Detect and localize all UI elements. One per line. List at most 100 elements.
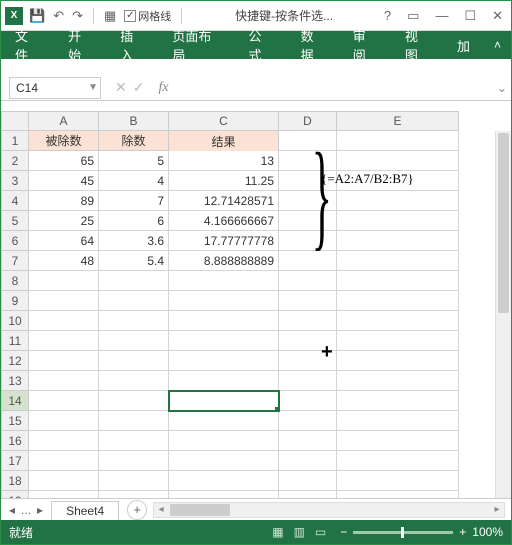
cell[interactable] (29, 451, 99, 471)
cell[interactable] (337, 491, 459, 498)
cell[interactable] (337, 131, 459, 151)
cell[interactable]: 48 (29, 251, 99, 271)
cell[interactable] (29, 371, 99, 391)
gridlines-checkbox[interactable]: ✓网格线 (124, 8, 171, 24)
cell[interactable] (279, 431, 337, 451)
row-header[interactable]: 5 (1, 211, 29, 231)
cell[interactable] (99, 271, 169, 291)
ribbon-tab[interactable]: 页面布局 (158, 31, 234, 59)
cell[interactable] (29, 491, 99, 498)
ribbon-tab[interactable]: 插入 (106, 31, 158, 59)
minimize-icon[interactable]: — (431, 8, 452, 23)
cell[interactable] (337, 391, 459, 411)
fx-icon[interactable]: fx (158, 80, 168, 96)
cell[interactable]: 8.888888889 (169, 251, 279, 271)
cell[interactable] (99, 391, 169, 411)
scroll-left-icon[interactable]: ◂ (154, 503, 168, 517)
row-header[interactable]: 18 (1, 471, 29, 491)
cell[interactable]: 5 (99, 151, 169, 171)
row-header[interactable]: 19 (1, 491, 29, 498)
cell[interactable] (29, 391, 99, 411)
cell[interactable] (99, 371, 169, 391)
row-header[interactable]: 11 (1, 331, 29, 351)
cell[interactable] (337, 431, 459, 451)
file-tab[interactable]: 文件 (1, 31, 54, 59)
row-header[interactable]: 16 (1, 431, 29, 451)
last-sheet-icon[interactable]: ▸ (37, 503, 43, 517)
row-header[interactable]: 3 (1, 171, 29, 191)
expand-formula-icon[interactable]: ⌄ (493, 81, 511, 95)
cell[interactable] (169, 491, 279, 498)
cell[interactable] (99, 291, 169, 311)
ribbon-tab[interactable]: 公式 (235, 31, 287, 59)
cell[interactable] (169, 411, 279, 431)
name-box[interactable]: C14▼ (9, 77, 101, 99)
cell[interactable] (279, 491, 337, 498)
cell[interactable] (99, 471, 169, 491)
cell[interactable] (337, 451, 459, 471)
sheet-nav-more[interactable]: ... (21, 503, 31, 517)
normal-view-icon[interactable]: ▦ (272, 525, 283, 539)
cell[interactable] (337, 371, 459, 391)
cell[interactable] (169, 291, 279, 311)
row-header[interactable]: 14 (1, 391, 29, 411)
cell[interactable]: 4.166666667 (169, 211, 279, 231)
cell[interactable] (99, 491, 169, 498)
cell[interactable] (279, 411, 337, 431)
cell[interactable] (279, 291, 337, 311)
cell[interactable] (337, 291, 459, 311)
cell[interactable] (169, 351, 279, 371)
cell[interactable] (169, 271, 279, 291)
cell[interactable] (337, 271, 459, 291)
redo-icon[interactable]: ↷ (72, 8, 83, 24)
chevron-down-icon[interactable]: ▼ (88, 82, 98, 93)
ribbon-tab[interactable]: 审阅 (339, 31, 391, 59)
ribbon-tab[interactable]: 视图 (391, 31, 443, 59)
cell[interactable]: 45 (29, 171, 99, 191)
cell[interactable] (99, 351, 169, 371)
cell[interactable]: 17.77777778 (169, 231, 279, 251)
cell[interactable] (337, 471, 459, 491)
page-break-icon[interactable]: ▭ (315, 525, 326, 539)
cell[interactable]: 除数 (99, 131, 169, 151)
sheet-tab[interactable]: Sheet4 (51, 501, 119, 520)
horizontal-scrollbar[interactable]: ◂ ▸ (153, 502, 505, 518)
scroll-right-icon[interactable]: ▸ (490, 503, 504, 517)
cell[interactable]: 89 (29, 191, 99, 211)
cell[interactable] (29, 431, 99, 451)
row-header[interactable]: 15 (1, 411, 29, 431)
cell[interactable] (29, 471, 99, 491)
ribbon-tab[interactable]: 加 (443, 31, 484, 59)
cell[interactable] (279, 311, 337, 331)
cell[interactable]: 13 (169, 151, 279, 171)
cell[interactable]: 3.6 (99, 231, 169, 251)
cell[interactable]: 7 (99, 191, 169, 211)
zoom-control[interactable]: − + 100% (340, 525, 503, 539)
cell[interactable] (99, 451, 169, 471)
cell[interactable] (29, 411, 99, 431)
cell[interactable]: 被除数 (29, 131, 99, 151)
cell[interactable] (99, 311, 169, 331)
cell[interactable]: 64 (29, 231, 99, 251)
help-icon[interactable]: ? (380, 8, 395, 23)
close-icon[interactable]: ✕ (488, 8, 507, 24)
ribbon-options-icon[interactable]: ▭ (403, 8, 423, 24)
cell[interactable] (279, 271, 337, 291)
zoom-level[interactable]: 100% (472, 525, 503, 539)
row-header[interactable]: 7 (1, 251, 29, 271)
cell[interactable]: 5.4 (99, 251, 169, 271)
cell[interactable] (337, 211, 459, 231)
ribbon-tab[interactable]: 数据 (287, 31, 339, 59)
col-header[interactable]: E (337, 111, 459, 131)
first-sheet-icon[interactable]: ◂ (9, 503, 15, 517)
add-sheet-button[interactable]: + (127, 500, 147, 520)
cell[interactable] (337, 331, 459, 351)
cell[interactable] (337, 191, 459, 211)
undo-icon[interactable]: ↶ (53, 8, 64, 24)
row-header[interactable]: 4 (1, 191, 29, 211)
select-all-corner[interactable] (1, 111, 29, 131)
cell[interactable] (99, 411, 169, 431)
row-header[interactable]: 17 (1, 451, 29, 471)
cell[interactable] (337, 251, 459, 271)
save-icon[interactable]: 💾 (29, 8, 45, 24)
